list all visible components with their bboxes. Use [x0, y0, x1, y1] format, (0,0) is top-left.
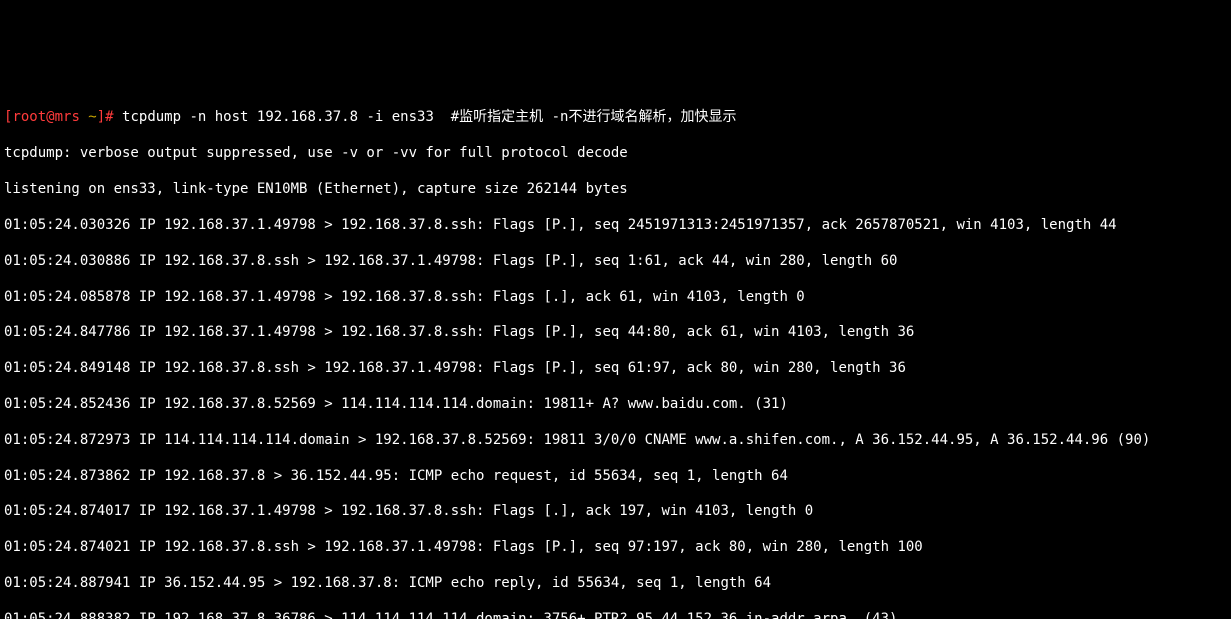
output-line: 01:05:24.872973 IP 114.114.114.114.domai… [4, 432, 1227, 450]
output-line: 01:05:24.847786 IP 192.168.37.1.49798 > … [4, 324, 1227, 342]
output-line: 01:05:24.873862 IP 192.168.37.8 > 36.152… [4, 468, 1227, 486]
prompt-bracket-close: ]# [97, 109, 122, 125]
output-line: 01:05:24.030886 IP 192.168.37.8.ssh > 19… [4, 253, 1227, 271]
output-line: 01:05:24.887941 IP 36.152.44.95 > 192.16… [4, 575, 1227, 593]
command-text: tcpdump -n host 192.168.37.8 -i ens33 #监… [122, 109, 736, 125]
output-line: 01:05:24.030326 IP 192.168.37.1.49798 > … [4, 217, 1227, 235]
output-line: 01:05:24.852436 IP 192.168.37.8.52569 > … [4, 396, 1227, 414]
output-line: listening on ens33, link-type EN10MB (Et… [4, 181, 1227, 199]
output-line: 01:05:24.888382 IP 192.168.37.8.36786 > … [4, 611, 1227, 619]
output-line: 01:05:24.849148 IP 192.168.37.8.ssh > 19… [4, 360, 1227, 378]
prompt-line: [root@mrs ~]# tcpdump -n host 192.168.37… [4, 109, 1227, 127]
output-line: tcpdump: verbose output suppressed, use … [4, 145, 1227, 163]
terminal-output[interactable]: [root@mrs ~]# tcpdump -n host 192.168.37… [0, 90, 1231, 619]
output-line: 01:05:24.085878 IP 192.168.37.1.49798 > … [4, 289, 1227, 307]
prompt-user-host: root@mrs [12, 109, 88, 125]
output-line: 01:05:24.874017 IP 192.168.37.1.49798 > … [4, 503, 1227, 521]
prompt-path: ~ [88, 109, 96, 125]
output-line: 01:05:24.874021 IP 192.168.37.8.ssh > 19… [4, 539, 1227, 557]
